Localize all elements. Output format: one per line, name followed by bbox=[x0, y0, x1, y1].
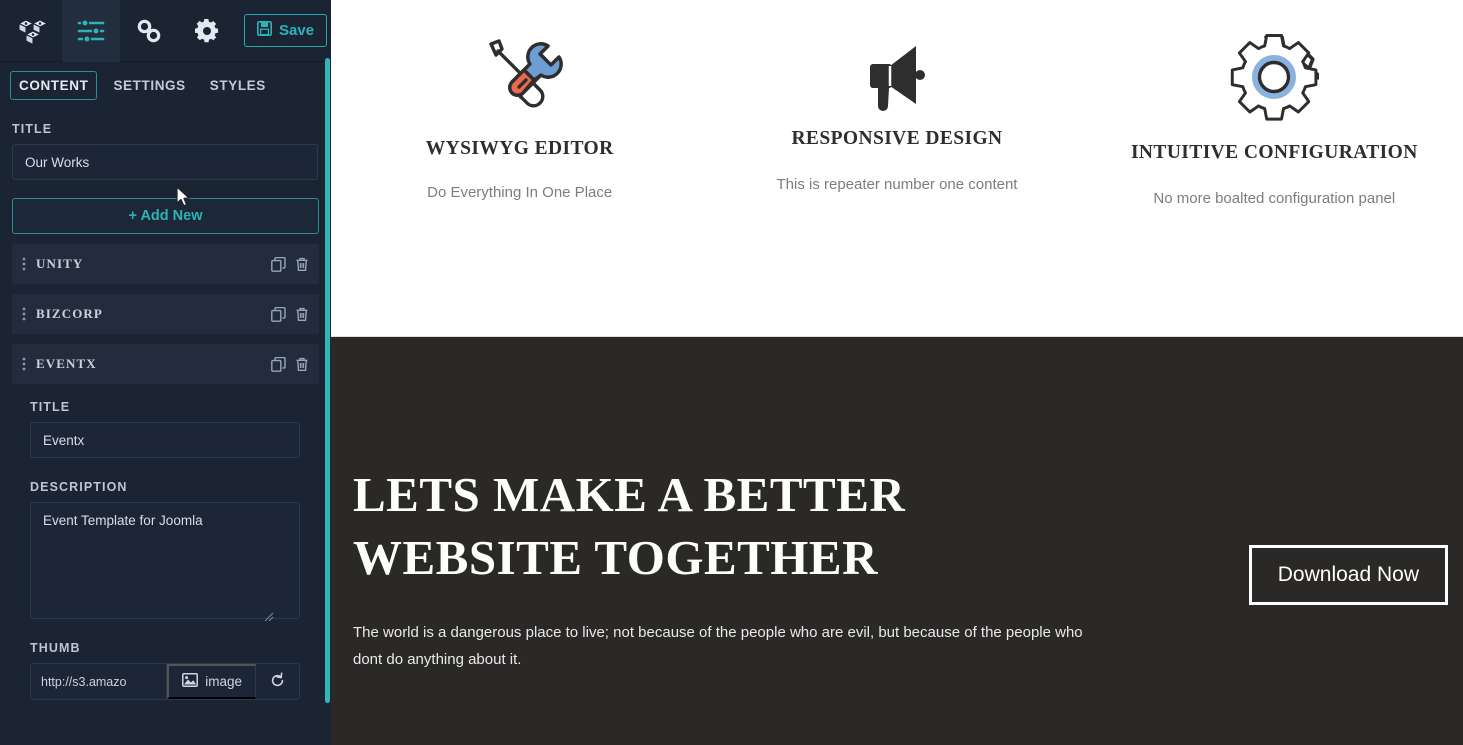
title-field-label: TITLE bbox=[12, 122, 53, 136]
list-item[interactable]: BIZCORP bbox=[12, 294, 319, 334]
screwdriver-wrench-icon bbox=[331, 24, 708, 132]
feature-title: RESPONSIVE DESIGN bbox=[791, 128, 1003, 149]
feature-card: INTUITIVE CONFIGURATION No more boalted … bbox=[1086, 0, 1463, 336]
sliders-icon[interactable] bbox=[62, 0, 120, 62]
save-button[interactable]: Save bbox=[244, 14, 328, 47]
features-section: WYSIWYG EDITOR Do Everything In One Plac… bbox=[331, 0, 1463, 337]
feature-title: WYSIWYG EDITOR bbox=[425, 138, 614, 159]
thumb-reset-button[interactable] bbox=[256, 664, 299, 699]
add-new-button[interactable]: + Add New bbox=[12, 198, 319, 234]
save-label: Save bbox=[279, 22, 315, 39]
hero-paragraph: The world is a dangerous place to live; … bbox=[353, 624, 1083, 668]
list-item-actions bbox=[271, 344, 309, 384]
feature-subtitle: This is repeater number one content bbox=[776, 176, 1018, 193]
expanded-item-form: TITLE DESCRIPTION Event Template for Joo… bbox=[12, 384, 319, 730]
list-item-actions bbox=[271, 294, 309, 334]
megaphone-icon bbox=[708, 24, 1085, 132]
tab-content[interactable]: CONTENT bbox=[10, 70, 98, 100]
panel-tabs: CONTENT SETTINGS STYLES bbox=[0, 62, 331, 108]
app-root: Save CONTENT SETTINGS STYLES TITLE + Add… bbox=[0, 0, 1463, 745]
link-icon[interactable] bbox=[120, 0, 178, 62]
item-description-textarea[interactable]: Event Template for Joomla bbox=[30, 502, 300, 619]
panel-content-scroll[interactable]: TITLE + Add New UNITY bbox=[0, 108, 331, 745]
feature-card: WYSIWYG EDITOR Do Everything In One Plac… bbox=[331, 0, 708, 336]
page-preview: WYSIWYG EDITOR Do Everything In One Plac… bbox=[331, 0, 1463, 745]
sidebar-resize-handle[interactable] bbox=[325, 58, 330, 703]
feature-title: INTUITIVE CONFIGURATION bbox=[1130, 142, 1418, 163]
clone-icon[interactable] bbox=[271, 306, 286, 322]
list-item-label: EVENTX bbox=[36, 356, 97, 371]
clone-icon[interactable] bbox=[271, 356, 286, 372]
drag-handle-icon[interactable] bbox=[22, 307, 26, 321]
gear-outline-icon bbox=[1086, 24, 1463, 132]
gear-icon[interactable] bbox=[178, 0, 236, 62]
editor-sidebar: Save CONTENT SETTINGS STYLES TITLE + Add… bbox=[0, 0, 331, 745]
list-item-label: BIZCORP bbox=[36, 306, 103, 321]
thumb-url-input[interactable] bbox=[31, 664, 168, 699]
trash-icon[interactable] bbox=[295, 307, 309, 322]
thumb-image-picker-button[interactable]: image bbox=[167, 664, 256, 699]
blocks-icon[interactable] bbox=[4, 0, 62, 62]
drag-handle-icon[interactable] bbox=[22, 357, 26, 371]
feature-subtitle: No more boalted configuration panel bbox=[1153, 190, 1396, 207]
save-icon bbox=[257, 21, 272, 40]
clone-icon[interactable] bbox=[271, 256, 286, 272]
download-now-button[interactable]: Download Now bbox=[1248, 545, 1448, 605]
trash-icon[interactable] bbox=[295, 257, 309, 272]
item-title-input[interactable] bbox=[30, 422, 300, 458]
list-item[interactable]: UNITY bbox=[12, 244, 319, 284]
feature-card: RESPONSIVE DESIGN This is repeater numbe… bbox=[708, 0, 1085, 336]
list-item-actions bbox=[271, 244, 309, 284]
list-item[interactable]: EVENTX bbox=[12, 344, 319, 384]
item-title-label: TITLE bbox=[30, 400, 71, 414]
thumb-image-picker-label: image bbox=[205, 674, 242, 689]
reset-icon bbox=[269, 672, 286, 692]
item-description-label: DESCRIPTION bbox=[30, 480, 128, 494]
thumb-label: THUMB bbox=[30, 641, 81, 655]
tab-styles[interactable]: STYLES bbox=[202, 72, 274, 99]
hero-section: LETS MAKE A BETTER WEBSITE TOGETHER The … bbox=[331, 337, 1463, 745]
thumb-field-group: image bbox=[30, 663, 300, 700]
list-item-label: UNITY bbox=[36, 256, 84, 271]
feature-subtitle: Do Everything In One Place bbox=[427, 184, 613, 201]
drag-handle-icon[interactable] bbox=[22, 257, 26, 271]
title-input[interactable] bbox=[12, 144, 318, 180]
hero-title: LETS MAKE A BETTER WEBSITE TOGETHER bbox=[353, 467, 906, 585]
tab-settings[interactable]: SETTINGS bbox=[105, 72, 193, 99]
trash-icon[interactable] bbox=[295, 357, 309, 372]
sidebar-toolbar: Save bbox=[0, 0, 331, 62]
image-icon bbox=[182, 673, 199, 690]
